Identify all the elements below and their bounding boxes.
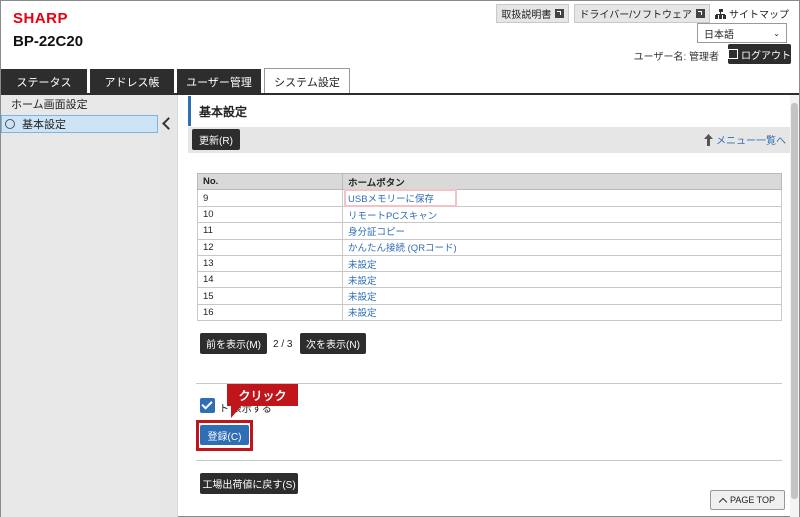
home-button-link[interactable]: 未設定: [342, 271, 782, 289]
action-bar: [188, 127, 791, 153]
table-row: 10 リモートPCスキャン: [197, 205, 782, 224]
home-button-link[interactable]: 未設定: [342, 254, 782, 273]
external-icon: [555, 9, 565, 18]
tab-user-management[interactable]: ユーザー管理: [177, 69, 261, 94]
column-header-home-button: ホームボタン: [342, 173, 782, 190]
logout-icon: [728, 49, 738, 59]
refresh-button[interactable]: 更新(R): [192, 129, 240, 150]
divider: [196, 460, 782, 461]
sidebar-item-label: 基本設定: [22, 119, 66, 131]
tab-address-book[interactable]: アドレス帳: [90, 69, 174, 94]
home-button-link[interactable]: かんたん接続 (QRコード): [342, 238, 782, 256]
table-header-row: No. ホームボタン: [197, 173, 782, 190]
chevron-left-icon: [162, 117, 175, 130]
external-icon: [696, 9, 705, 18]
header-links: 取扱説明書 ドライバー/ソフトウェア サイトマップ: [496, 4, 789, 23]
scrollbar-thumb[interactable]: [791, 103, 798, 499]
sidebar-item-label: ホーム画面設定: [11, 99, 88, 111]
sidebar-collapse-button[interactable]: [160, 95, 178, 517]
home-button-link[interactable]: 未設定: [342, 287, 782, 305]
callout-pointer: [231, 404, 243, 418]
main-tabs: ステータス アドレス帳 ユーザー管理 システム設定: [1, 68, 799, 95]
sidebar-item-basic-settings[interactable]: 基本設定: [1, 115, 158, 133]
home-button-link[interactable]: 未設定: [342, 303, 782, 322]
user-name: ユーザー名: 管理者: [633, 52, 719, 63]
language-select[interactable]: 日本語 ⌄: [697, 23, 787, 43]
page-title: 基本設定: [188, 96, 791, 126]
row-no: 12: [197, 238, 343, 256]
table-row: 9 USBメモリーに保存: [197, 189, 782, 207]
menu-up-icon: [703, 133, 714, 146]
table-row: 12 かんたん接続 (QRコード): [197, 238, 782, 256]
logout-label: ログアウト: [741, 50, 791, 62]
table-row: 15 未設定: [197, 287, 782, 305]
table-row: 13 未設定: [197, 254, 782, 273]
display-checkbox[interactable]: [200, 398, 215, 413]
home-button-link[interactable]: 身分証コピー: [342, 222, 782, 240]
home-button-link[interactable]: USBメモリーに保存: [342, 189, 782, 207]
home-button-table: No. ホームボタン 9 USBメモリーに保存 10 リモートPCスキャン 11…: [197, 173, 782, 322]
row-no: 11: [197, 222, 343, 240]
click-callout: クリック: [227, 384, 298, 406]
driver-link[interactable]: ドライバー/ソフトウェア: [574, 4, 710, 23]
table-row: 16 未設定: [197, 303, 782, 322]
tab-system-settings[interactable]: システム設定: [264, 68, 350, 95]
manual-link-label: 取扱説明書: [501, 10, 552, 21]
row-no: 9: [197, 189, 343, 207]
next-page-button[interactable]: 次を表示(N): [300, 333, 366, 354]
home-button-link[interactable]: リモートPCスキャン: [342, 205, 782, 224]
tab-status[interactable]: ステータス: [1, 69, 87, 94]
row-no: 15: [197, 287, 343, 305]
language-value: 日本語: [704, 29, 734, 41]
row-no: 16: [197, 303, 343, 322]
page-top-button[interactable]: PAGE TOP: [710, 490, 785, 510]
register-button[interactable]: 登録(C): [200, 425, 249, 445]
chevron-down-icon: ⌄: [773, 28, 780, 38]
table-row: 11 身分証コピー: [197, 222, 782, 240]
table-row: 14 未設定: [197, 271, 782, 289]
menu-list-label: メニュー一覧へ: [716, 136, 786, 147]
row-no: 10: [197, 205, 343, 224]
page-indicator: 2 / 3: [273, 339, 293, 350]
sitemap-icon: [715, 8, 726, 19]
row-no: 13: [197, 254, 343, 273]
vertical-scrollbar[interactable]: [790, 95, 799, 517]
column-header-no: No.: [197, 173, 343, 190]
prev-page-button[interactable]: 前を表示(M): [200, 333, 267, 354]
sharp-logo: SHARP: [13, 10, 69, 27]
factory-reset-button[interactable]: 工場出荷値に戻す(S): [200, 473, 298, 494]
sitemap-label: サイトマップ: [729, 10, 789, 21]
row-no: 14: [197, 271, 343, 289]
manual-link[interactable]: 取扱説明書: [496, 4, 570, 23]
sidebar: ホーム画面設定 基本設定: [1, 95, 160, 517]
page-top-label: PAGE TOP: [729, 495, 776, 505]
chevron-right-icon: [5, 119, 15, 129]
logout-button[interactable]: ログアウト: [728, 44, 791, 64]
driver-link-label: ドライバー/ソフトウェア: [579, 10, 692, 21]
chevron-up-icon: [718, 497, 728, 506]
menu-list-link[interactable]: メニュー一覧へ: [703, 132, 786, 147]
model-name: BP-22C20: [13, 33, 84, 50]
home-button-label: USBメモリーに保存: [343, 189, 458, 207]
sitemap-link[interactable]: サイトマップ: [715, 6, 789, 21]
sidebar-item-home-screen[interactable]: ホーム画面設定: [1, 95, 158, 113]
